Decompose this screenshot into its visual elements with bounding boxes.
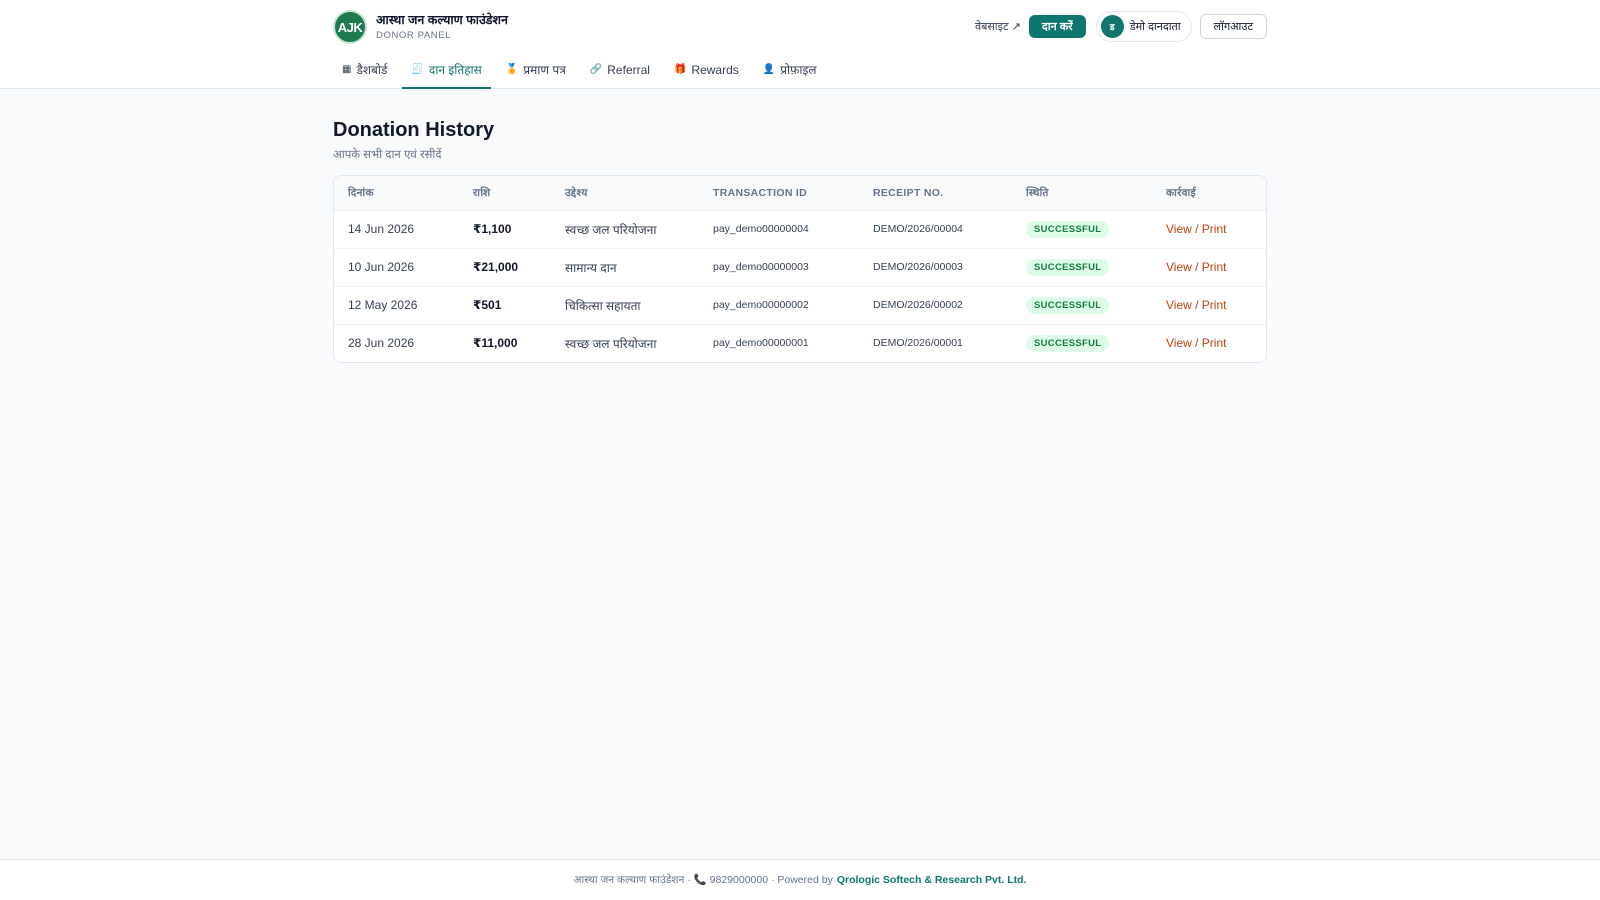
cell-purpose: सामान्य दान (551, 248, 699, 287)
top-bar: AJK आस्था जन कल्याण फाउंडेशन DONOR PANEL… (333, 9, 1267, 45)
column-header-status[interactable]: स्थिति (1012, 176, 1152, 211)
brand-text: आस्था जन कल्याण फाउंडेशन DONOR PANEL (376, 13, 508, 42)
status-badge: SUCCESSFUL (1026, 334, 1110, 352)
cell-action: View / Print (1152, 210, 1266, 249)
cell-transaction-id: pay_demo00000003 (699, 248, 859, 287)
cell-transaction-id: pay_demo00000002 (699, 286, 859, 325)
cell-date: 14 Jun 2026 (334, 210, 459, 249)
tab-label: Referral (607, 62, 650, 77)
cell-status: SUCCESSFUL (1012, 286, 1152, 325)
brand-name: आस्था जन कल्याण फाउंडेशन (376, 12, 508, 27)
tab-donation-history[interactable]: 🧾 दान इतिहास (402, 52, 491, 89)
column-header-receipt-no[interactable]: RECEIPT NO. (859, 176, 1012, 211)
brand-subtitle: DONOR PANEL (376, 29, 452, 41)
cell-purpose: चिकित्सा सहायता (551, 286, 699, 325)
cell-amount: ₹11,000 (473, 336, 518, 351)
page-title: Donation History (333, 119, 495, 141)
column-header-date[interactable]: दिनांक (334, 176, 459, 211)
tab-profile[interactable]: 👤 प्रोफ़ाइल (754, 52, 826, 89)
logout-button[interactable]: लॉगआउट (1199, 14, 1267, 39)
status-badge: SUCCESSFUL (1026, 220, 1110, 238)
table-row: 12 May 2026 ₹501 चिकित्सा सहायता pay_dem… (334, 286, 1266, 325)
view-print-link[interactable]: View / Print (1166, 222, 1226, 236)
avatar: ड (1100, 15, 1124, 38)
cell-receipt-no: DEMO/2026/00002 (859, 286, 1012, 325)
cell-purpose: स्वच्छ जल परियोजना (551, 210, 699, 249)
donation-table-card: दिनांक राशि उद्देश्य TRANSACTION ID RECE… (333, 175, 1267, 363)
brand[interactable]: AJK आस्था जन कल्याण फाउंडेशन DONOR PANEL (333, 9, 508, 45)
cell-transaction-id: pay_demo00000004 (699, 210, 859, 249)
gift-icon: 🎁 (673, 64, 687, 75)
link-icon: 🔗 (589, 64, 603, 75)
page-subtitle: आपके सभी दान एवं रसीदें (333, 149, 442, 161)
cell-receipt-no: DEMO/2026/00003 (859, 248, 1012, 287)
cell-date: 12 May 2026 (334, 286, 459, 325)
footer-text: आस्था जन कल्याण फाउंडेशन · 📞 9829000000 … (573, 874, 833, 886)
receipt-icon: 🧾 (411, 64, 424, 75)
tab-certificates[interactable]: 🏅 प्रमाण पत्र (497, 52, 575, 89)
tab-label: दान इतिहास (428, 63, 482, 77)
cell-receipt-no: DEMO/2026/00001 (873, 337, 963, 350)
tab-label: प्रोफ़ाइल (780, 63, 817, 77)
view-print-link[interactable]: View / Print (1166, 260, 1226, 274)
cell-status: SUCCESSFUL (1012, 210, 1152, 249)
header-actions: वेबसाइट ↗ दान करें ड डेमो दानदाता लॉगआउट (975, 11, 1267, 42)
cell-amount: ₹501 (459, 286, 551, 325)
view-print-link[interactable]: View / Print (1166, 298, 1226, 312)
cell-action: View / Print (1152, 248, 1266, 287)
cell-action: View / Print (1152, 286, 1266, 325)
tab-label: प्रमाण पत्र (523, 63, 566, 77)
column-header-amount[interactable]: राशि (459, 176, 551, 211)
user-menu[interactable]: ड डेमो दानदाता (1095, 11, 1192, 42)
tab-dashboard[interactable]: ▦ डैशबोर्ड (333, 52, 396, 89)
column-header-purpose[interactable]: उद्देश्य (551, 176, 699, 211)
tab-referral[interactable]: 🔗 Referral (581, 52, 659, 89)
tab-label: डैशबोर्ड (356, 63, 388, 77)
table-row: 28 Jun 2026 ₹11,000 स्वच्छ जल परियोजना p… (334, 324, 1266, 362)
medal-icon: 🏅 (505, 64, 519, 75)
logo-icon: AJK (333, 10, 367, 44)
footer: आस्था जन कल्याण फाउंडेशन · 📞 9829000000 … (0, 859, 1600, 900)
cell-amount: ₹1,100 (459, 210, 551, 249)
table-row: 14 Jun 2026 ₹1,100 स्वच्छ जल परियोजना pa… (334, 210, 1266, 249)
donation-table: दिनांक राशि उद्देश्य TRANSACTION ID RECE… (334, 176, 1266, 362)
donate-button[interactable]: दान करें (1028, 15, 1086, 38)
footer-company-link[interactable]: Qrologic Softech & Research Pvt. Ltd. (837, 874, 1027, 886)
nav-tabs: ▦ डैशबोर्ड 🧾 दान इतिहास 🏅 प्रमाण पत्र 🔗 … (333, 52, 832, 89)
cell-action: View / Print (1152, 324, 1266, 362)
status-badge: SUCCESSFUL (1026, 258, 1110, 276)
table-row: 10 Jun 2026 ₹21,000 सामान्य दान pay_demo… (334, 248, 1266, 287)
cell-purpose: स्वच्छ जल परियोजना (565, 336, 657, 351)
cell-status: SUCCESSFUL (1012, 324, 1152, 362)
header: AJK आस्था जन कल्याण फाउंडेशन DONOR PANEL… (0, 0, 1600, 89)
grid-icon: ▦ (342, 64, 352, 75)
tab-rewards[interactable]: 🎁 Rewards (665, 52, 748, 89)
view-print-link[interactable]: View / Print (1166, 336, 1226, 350)
cell-status: SUCCESSFUL (1012, 248, 1152, 287)
website-link[interactable]: वेबसाइट ↗ (975, 19, 1021, 34)
cell-date: 10 Jun 2026 (334, 248, 459, 287)
user-name: डेमो दानदाता (1129, 21, 1181, 33)
main-content: Donation History आपके सभी दान एवं रसीदें… (333, 117, 1267, 363)
column-header-action[interactable]: कार्रवाई (1152, 176, 1266, 211)
user-icon: 👤 (762, 64, 776, 75)
table-header-row: दिनांक राशि उद्देश्य TRANSACTION ID RECE… (334, 176, 1266, 211)
cell-amount: ₹21,000 (459, 248, 551, 287)
column-header-transaction-id[interactable]: TRANSACTION ID (699, 176, 859, 211)
cell-receipt-no: DEMO/2026/00004 (859, 210, 1012, 249)
status-badge: SUCCESSFUL (1026, 296, 1110, 314)
cell-date: 28 Jun 2026 (348, 336, 415, 351)
tab-label: Rewards (691, 62, 739, 77)
cell-transaction-id: pay_demo00000001 (713, 337, 809, 350)
